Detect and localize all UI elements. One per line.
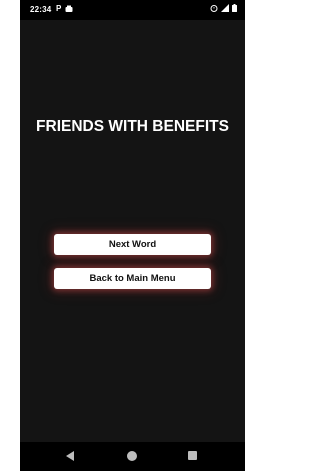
status-left-icons: P [56, 4, 73, 14]
signal-icon [221, 4, 229, 12]
status-right-icons [210, 4, 237, 12]
parking-p-icon: P [56, 4, 62, 13]
alarm-icon [210, 5, 218, 12]
notification-icon [65, 5, 73, 12]
recents-icon[interactable] [188, 451, 197, 460]
back-to-main-menu-button[interactable]: Back to Main Menu [54, 268, 211, 289]
app-screen: 22:34 P FRIENDS WITH BENEFITS Next Word [20, 0, 245, 471]
navigation-bar [20, 442, 245, 471]
back-icon[interactable] [66, 451, 74, 461]
home-icon[interactable] [127, 451, 137, 461]
main-content: FRIENDS WITH BENEFITS Next Word Back to … [20, 20, 245, 442]
status-bar: 22:34 P [20, 0, 245, 20]
page-title: FRIENDS WITH BENEFITS [36, 118, 229, 135]
next-word-button[interactable]: Next Word [54, 234, 211, 255]
status-time: 22:34 [30, 5, 52, 14]
battery-icon [232, 4, 237, 12]
